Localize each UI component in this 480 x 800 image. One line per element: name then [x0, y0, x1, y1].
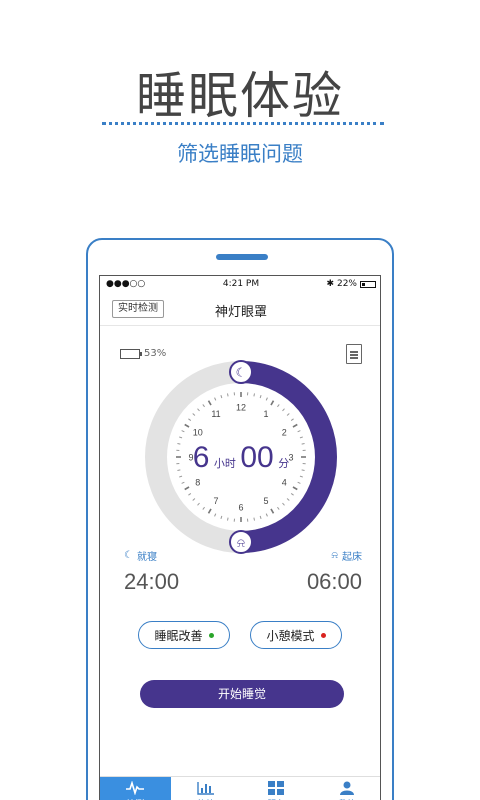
minute-tick: [177, 469, 181, 472]
minute-tick: [301, 469, 305, 472]
clock-number: 8: [195, 478, 200, 488]
hero-subtitle: 筛选睡眠问题: [177, 142, 303, 166]
duration-hours-unit: 小时: [214, 457, 236, 470]
duration-minutes: 00: [240, 441, 273, 474]
clock-number: 6: [238, 503, 243, 513]
minute-tick: [253, 517, 256, 521]
minute-tick: [226, 393, 229, 397]
tab-service[interactable]: 服务: [241, 777, 312, 800]
start-sleep-button[interactable]: 开始睡觉: [140, 680, 344, 708]
bedtime-value: 24:00: [124, 569, 180, 594]
wake-label: 起床: [342, 552, 362, 563]
wake-label-row: ⍾ 起床: [298, 548, 362, 563]
minute-tick: [226, 517, 229, 521]
grid-icon: [268, 781, 285, 795]
duration-hours: 6: [193, 441, 210, 474]
mode-sleep-improve-button[interactable]: 睡眠改善: [138, 621, 230, 649]
bedtime-label-row: ☾ 就寝: [124, 548, 204, 563]
phone-screen: ●●●○○ 4:21 PM ✱ 22% 实时检测 神灯眼罩 53% 12 1 2 3 4…: [99, 275, 381, 800]
tab-bar: 检测 趋势 服务 我的: [100, 776, 381, 800]
phone-frame: ●●●○○ 4:21 PM ✱ 22% 实时检测 神灯眼罩 53% 12 1 2 3 4…: [86, 238, 394, 800]
clock-number: 7: [213, 496, 218, 506]
mode-status-dot: [208, 632, 214, 638]
moon-icon: ☾: [124, 550, 133, 561]
phone-speaker: [216, 254, 268, 260]
clock-number: 12: [236, 403, 246, 413]
clock-number: 4: [282, 478, 287, 488]
clock-number: 1: [263, 409, 268, 419]
hero-divider: [102, 122, 384, 125]
tab-detect[interactable]: 检测: [100, 777, 171, 800]
minute-tick: [301, 442, 305, 445]
bedtime-label: 就寝: [136, 552, 157, 563]
person-icon: [339, 781, 354, 795]
tab-mine[interactable]: 我的: [312, 777, 381, 800]
clock-number: 5: [263, 496, 268, 506]
bedtime-block: ☾ 就寝 24:00: [124, 548, 204, 595]
wake-block: ⍾ 起床 06:00: [298, 548, 362, 595]
pulse-icon: [126, 781, 145, 795]
moon-icon: ☾: [236, 366, 247, 380]
wake-handle[interactable]: ⍾: [229, 530, 253, 554]
clock-number: 11: [211, 409, 220, 419]
tab-trend[interactable]: 趋势: [171, 777, 242, 800]
minute-tick: [177, 442, 181, 445]
bedtime-handle[interactable]: ☾: [229, 360, 253, 384]
mode-status-dot: [320, 632, 326, 638]
clock-number: 2: [282, 428, 287, 438]
bell-icon: ⍾: [331, 550, 338, 561]
mode-nap-button[interactable]: 小憩模式: [250, 621, 342, 649]
duration-minutes-unit: 分: [278, 457, 289, 470]
mode-label: 睡眠改善: [154, 628, 203, 643]
hero-title: 睡眠体验: [136, 67, 344, 125]
clock-number: 10: [193, 428, 203, 438]
minute-tick: [253, 393, 256, 397]
clock-number: 3: [288, 453, 293, 463]
wake-value: 06:00: [306, 569, 362, 594]
bar-chart-icon: [197, 782, 214, 795]
bell-icon: ⍾: [237, 536, 245, 550]
mode-label: 小憩模式: [266, 628, 315, 643]
